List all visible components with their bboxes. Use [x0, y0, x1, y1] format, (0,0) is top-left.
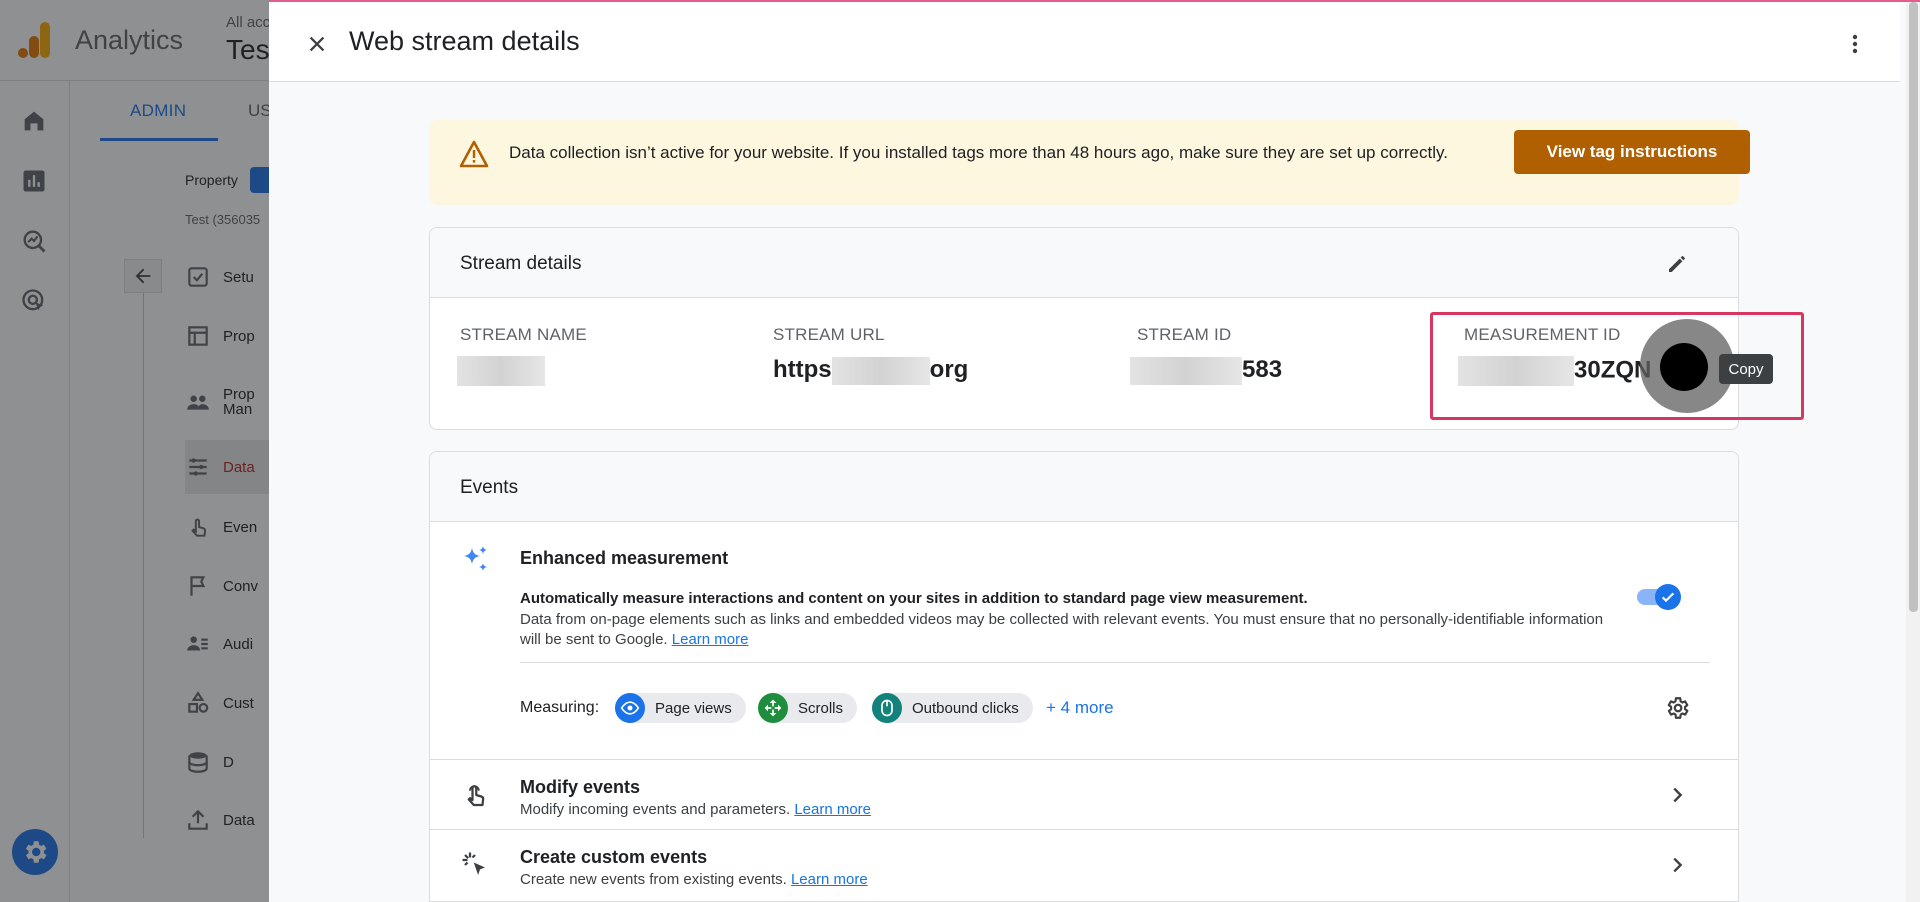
- sparkle-icon: [464, 546, 487, 571]
- drawer-scrollbar[interactable]: [1906, 2, 1920, 902]
- scrollbar-thumb[interactable]: [1909, 2, 1918, 612]
- chip-outbound-clicks: Outbound clicks: [872, 693, 1033, 723]
- chevron-right-icon: [1662, 780, 1692, 810]
- view-tag-instructions-button[interactable]: View tag instructions: [1514, 130, 1750, 174]
- chip-label: Outbound clicks: [912, 699, 1019, 717]
- events-title: Events: [460, 477, 519, 498]
- check-icon: [1661, 592, 1675, 603]
- redacted-value: [457, 356, 545, 386]
- drawer-title: Web stream details: [349, 26, 580, 56]
- edit-stream-button[interactable]: [1663, 250, 1691, 278]
- redacted-value: [831, 356, 930, 385]
- redacted-value: [1130, 356, 1242, 385]
- close-button[interactable]: [302, 29, 332, 59]
- sparkle-cursor-icon: [462, 852, 485, 875]
- stream-id-value: 583: [1130, 356, 1282, 385]
- learn-more-link[interactable]: Learn more: [672, 631, 749, 648]
- stream-url-label: STREAM URL: [773, 325, 885, 344]
- modify-events-row[interactable]: Modify events Modify incoming events and…: [430, 759, 1738, 829]
- learn-more-link[interactable]: Learn more: [794, 801, 871, 818]
- copy-tooltip: Copy: [1719, 354, 1773, 384]
- measuring-label: Measuring:: [520, 699, 600, 716]
- stream-name-label: STREAM NAME: [460, 325, 587, 344]
- gear-icon: [1667, 697, 1689, 719]
- stream-url-value: https org: [773, 356, 968, 385]
- subtitle-text: Modify incoming events and parameters.: [520, 801, 791, 818]
- row-subtitle: Create new events from existing events. …: [520, 871, 868, 888]
- mouse-icon: [872, 693, 902, 723]
- subtitle-text: Create new events from existing events.: [520, 871, 787, 888]
- chip-page-views: Page views: [615, 693, 746, 723]
- chevron-right-icon: [1662, 850, 1692, 880]
- chip-label: Page views: [655, 699, 732, 717]
- enhanced-measurement-toggle[interactable]: [1637, 584, 1683, 610]
- copy-button[interactable]: [1660, 343, 1708, 391]
- chip-scrolls: Scrolls: [758, 693, 858, 723]
- chip-label: Scrolls: [798, 699, 844, 717]
- stream-url-suffix: org: [929, 356, 969, 383]
- scroll-arrows-icon: [758, 693, 788, 723]
- stream-details-header: Stream details: [430, 228, 1738, 298]
- more-vert-icon: [1852, 34, 1858, 54]
- data-collection-warning-banner: Data collection isn’t active for your we…: [429, 120, 1750, 205]
- stream-name-value: [457, 356, 545, 386]
- divider: [520, 662, 1710, 663]
- learn-more-link[interactable]: Learn more: [791, 871, 868, 888]
- warning-icon: [459, 140, 489, 168]
- eye-icon: [615, 693, 645, 723]
- enhanced-measurement-title: Enhanced measurement: [520, 548, 729, 568]
- stream-details-title: Stream details: [460, 253, 582, 274]
- stream-url-prefix: https: [773, 356, 832, 383]
- row-title: Create custom events: [520, 847, 708, 867]
- stream-id-label: STREAM ID: [1137, 325, 1232, 344]
- toggle-knob: [1655, 584, 1681, 610]
- row-subtitle: Modify incoming events and parameters. L…: [520, 801, 871, 818]
- enhanced-measurement-description: Data from on-page elements such as links…: [520, 610, 1620, 650]
- enhanced-measurement-settings-button[interactable]: [1662, 693, 1692, 723]
- banner-message: Data collection isn’t active for your we…: [509, 143, 1448, 162]
- events-card: Events Enhanced measurement Automaticall…: [429, 451, 1739, 902]
- row-title: Modify events: [520, 777, 641, 797]
- web-stream-details-drawer: Web stream details Data collection isn’t…: [269, 0, 1920, 902]
- more-options-button[interactable]: [1840, 29, 1870, 59]
- pencil-icon: [1669, 256, 1685, 272]
- drawer-header: Web stream details: [269, 2, 1900, 82]
- touch-icon: [467, 785, 485, 807]
- create-custom-events-row[interactable]: Create custom events Create new events f…: [430, 829, 1738, 899]
- close-icon: [309, 36, 325, 52]
- enhanced-measurement-summary: Automatically measure interactions and c…: [520, 590, 1308, 607]
- stream-id-suffix: 583: [1242, 356, 1283, 383]
- events-header: Events: [430, 452, 1738, 522]
- more-measurements-link[interactable]: + 4 more: [1046, 698, 1114, 718]
